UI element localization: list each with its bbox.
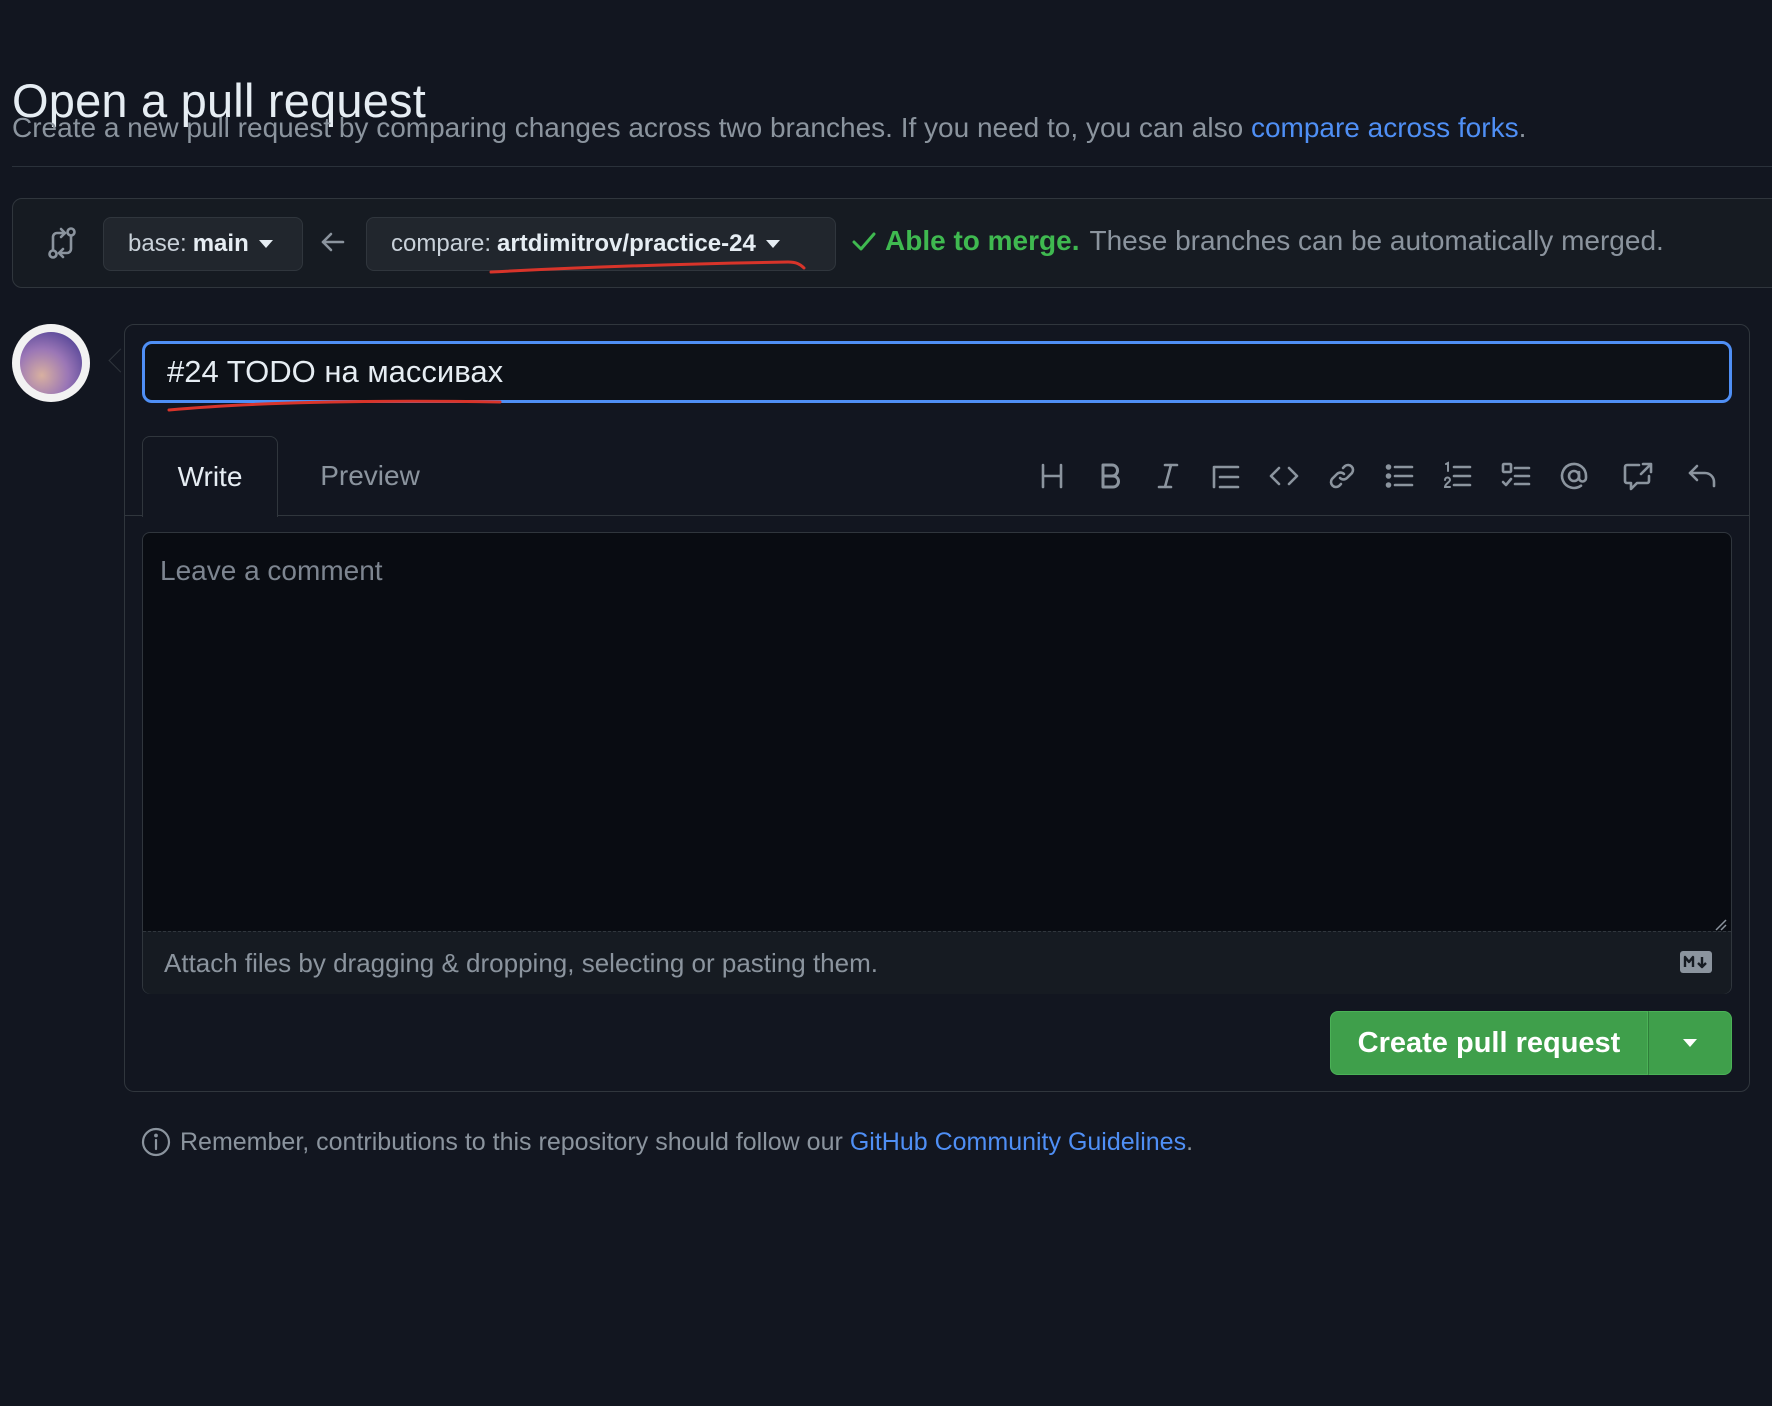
- compare-branch-name: artdimitrov/practice-24: [497, 230, 756, 257]
- attach-files-hint: Attach files by dragging & dropping, sel…: [164, 947, 878, 978]
- avatar: [12, 324, 90, 402]
- create-pull-request-button[interactable]: Create pull request: [1330, 1011, 1648, 1075]
- pr-title-input[interactable]: [142, 341, 1732, 403]
- bold-icon[interactable]: [1090, 456, 1130, 496]
- chevron-down-icon: [1683, 1039, 1697, 1047]
- unordered-list-icon[interactable]: [1380, 456, 1420, 496]
- quote-icon[interactable]: [1206, 456, 1246, 496]
- italic-icon[interactable]: [1148, 456, 1188, 496]
- page-subtitle-text: Create a new pull request by comparing c…: [12, 112, 1244, 143]
- chevron-down-icon: [258, 240, 273, 248]
- heading-icon[interactable]: [1032, 456, 1072, 496]
- tab-write[interactable]: Write: [142, 436, 278, 517]
- task-list-icon[interactable]: [1496, 456, 1536, 496]
- mention-icon[interactable]: [1554, 456, 1594, 496]
- footer-period: .: [1186, 1127, 1194, 1156]
- check-icon: [852, 232, 876, 251]
- compare-bar: base: main compare: artdimitrov/practice…: [12, 198, 1772, 288]
- create-options-dropdown[interactable]: [1648, 1011, 1732, 1075]
- tab-preview[interactable]: Preview: [300, 436, 440, 516]
- page-subtitle: Create a new pull request by comparing c…: [12, 112, 1526, 144]
- merge-message: These branches can be automatically merg…: [1089, 225, 1664, 256]
- contribution-note: Remember, contributions to this reposito…: [140, 1126, 1193, 1158]
- ordered-list-icon[interactable]: [1438, 456, 1478, 496]
- base-branch-select[interactable]: base: main: [103, 217, 303, 271]
- contribution-note-text: Remember, contributions to this reposito…: [180, 1127, 843, 1156]
- compare-prefix: compare:: [391, 230, 492, 257]
- merge-status: Able to merge. These branches can be aut…: [851, 225, 1664, 257]
- compare-across-forks-link[interactable]: compare across forks: [1251, 112, 1519, 143]
- compare-branch-select[interactable]: compare: artdimitrov/practice-24: [366, 217, 836, 271]
- community-guidelines-link[interactable]: GitHub Community Guidelines: [850, 1128, 1186, 1157]
- base-prefix: base:: [128, 230, 187, 257]
- base-branch-name: main: [192, 230, 249, 257]
- tab-divider: [125, 515, 1749, 516]
- chevron-down-icon: [765, 240, 780, 248]
- reply-icon[interactable]: [1682, 456, 1722, 496]
- attach-files-bar[interactable]: Attach files by dragging & dropping, sel…: [143, 931, 1731, 994]
- avatar-image: [20, 332, 82, 394]
- merge-ok-label: Able to merge.: [885, 225, 1080, 256]
- header-divider: [12, 166, 1772, 167]
- comment-textarea[interactable]: [143, 533, 1731, 931]
- code-icon[interactable]: [1264, 456, 1304, 496]
- arrow-left-icon: [321, 232, 345, 252]
- resize-grip-icon[interactable]: [1713, 917, 1727, 931]
- link-icon[interactable]: [1322, 456, 1362, 496]
- git-compare-icon: [48, 227, 76, 259]
- cross-reference-icon[interactable]: [1618, 456, 1658, 496]
- comment-box: Attach files by dragging & dropping, sel…: [142, 532, 1732, 994]
- info-icon: [141, 1127, 171, 1157]
- markdown-icon[interactable]: [1679, 950, 1713, 974]
- create-pr-button-group: Create pull request: [1330, 1011, 1732, 1075]
- subtitle-period: .: [1518, 112, 1527, 143]
